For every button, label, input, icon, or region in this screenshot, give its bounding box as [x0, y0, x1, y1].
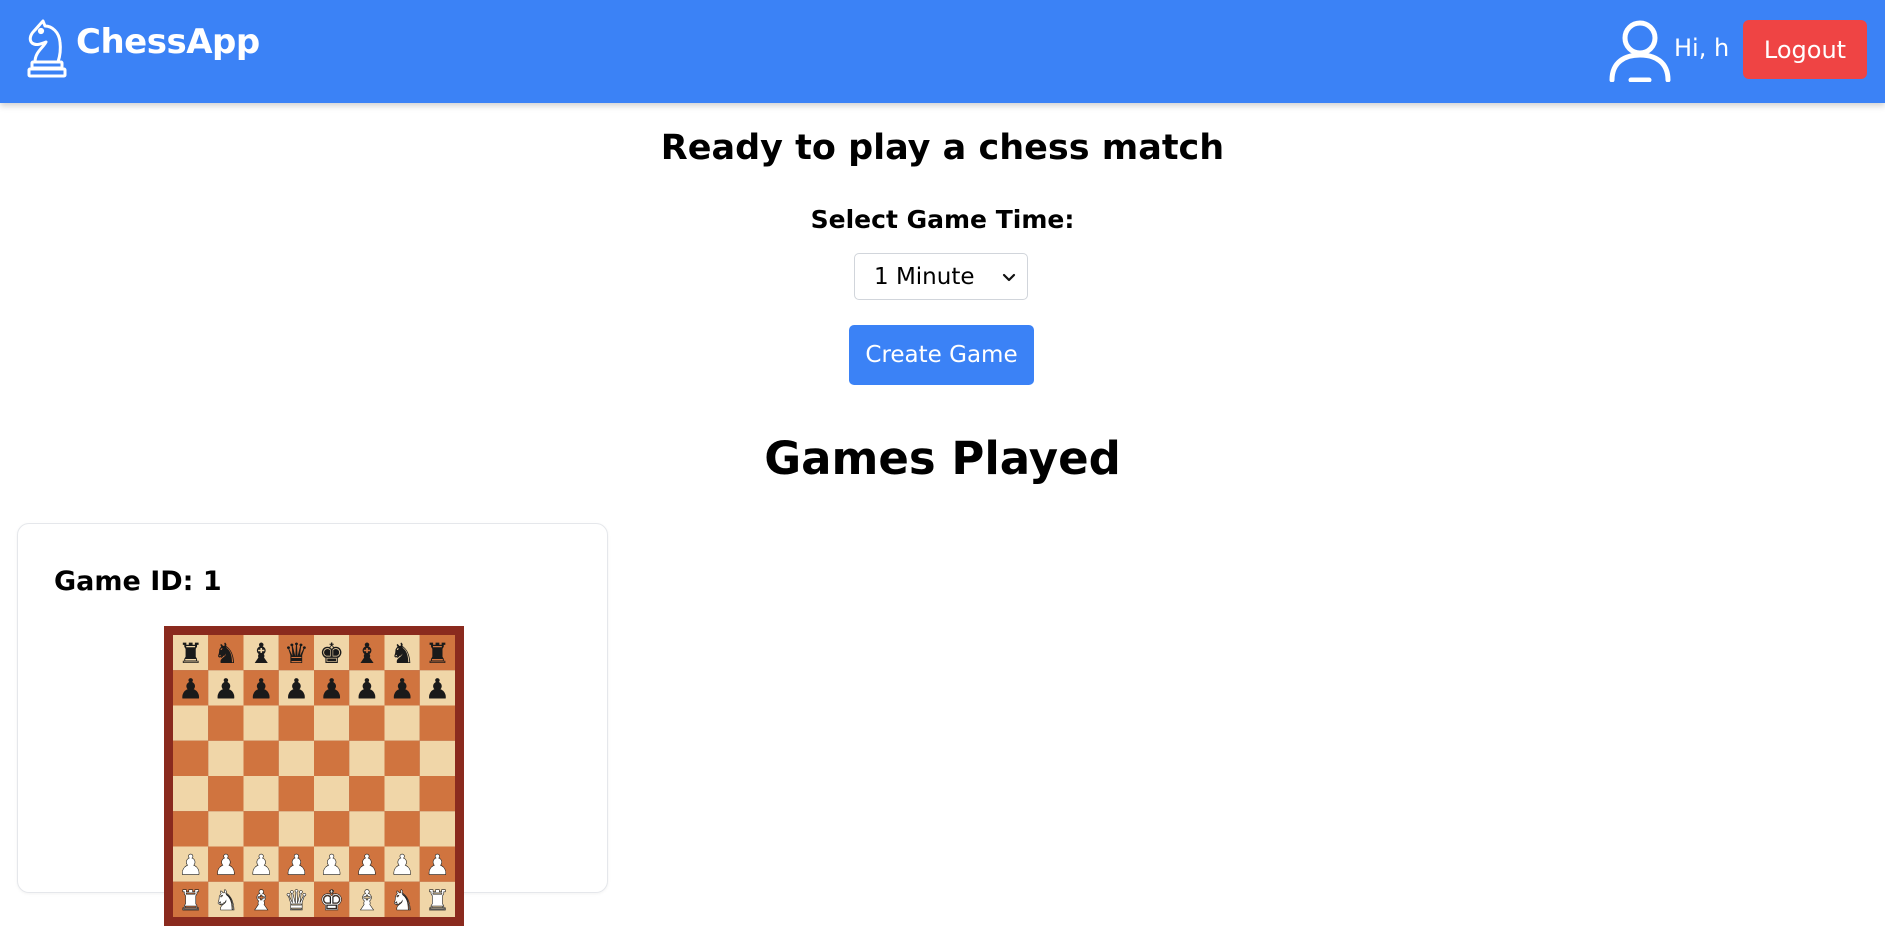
board-square[interactable] [208, 740, 244, 776]
board-square[interactable] [208, 811, 244, 847]
board-square[interactable] [419, 740, 455, 776]
white-queen-piece[interactable]: ♛ [284, 884, 310, 918]
white-pawn-piece[interactable]: ♟ [178, 848, 204, 882]
chess-board[interactable]: ♜ ♞ ♝ ♛ ♚ ♝ ♞ ♜♟ ♟ ♟ ♟ ♟ ♟ ♟ ♟♟ ♟ ♟ ♟ ♟ ♟ ♟ ♟♜ ♞ ♝ ♛ ♚ ♝ ♞ ♜ [164, 626, 464, 926]
page-title: Ready to play a chess match [660, 128, 1225, 168]
game-id-label: Game ID: 1 [54, 566, 222, 597]
user-greeting: Hi, h [1674, 34, 1730, 62]
create-game-button[interactable]: Create Game [849, 325, 1034, 385]
navbar: ChessApp Hi, h Logout [0, 0, 1885, 103]
board-square[interactable] [314, 740, 350, 776]
black-pawn-piece[interactable]: ♟ [425, 672, 450, 705]
board-square[interactable] [208, 776, 244, 812]
black-knight-piece[interactable]: ♞ [390, 637, 415, 670]
black-pawn-piece[interactable]: ♟ [249, 672, 274, 705]
board-square[interactable] [349, 811, 385, 847]
board-square[interactable] [314, 776, 350, 812]
black-pawn-piece[interactable]: ♟ [319, 672, 344, 705]
game-card[interactable]: Game ID: 1 ♜ ♞ ♝ ♛ ♚ ♝ ♞ ♜ ♟ ♟ ♟ ♟ ♟ ♟ ♟ ♟ ♟ ♟ ♟ ♟ ♟ ♟ ♟ ♟ ♜ ♞ ♝ ♛ ♚… [17, 523, 608, 926]
white-knight-piece[interactable]: ♞ [389, 884, 415, 918]
logout-button[interactable]: Logout [1743, 20, 1867, 79]
board-square[interactable] [243, 776, 279, 812]
white-bishop-piece[interactable]: ♝ [354, 884, 380, 918]
white-pawn-piece[interactable]: ♟ [389, 848, 415, 882]
black-king-piece[interactable]: ♚ [319, 637, 344, 670]
black-knight-piece[interactable]: ♞ [213, 637, 238, 670]
black-rook-piece[interactable]: ♜ [178, 637, 203, 670]
white-rook-piece[interactable]: ♜ [425, 884, 451, 918]
board-square[interactable] [278, 776, 314, 812]
board-square[interactable] [173, 740, 209, 776]
brand-name: ChessApp [76, 22, 260, 62]
board-square[interactable] [349, 705, 385, 741]
white-pawn-piece[interactable]: ♟ [319, 848, 345, 882]
white-pawn-piece[interactable]: ♟ [354, 848, 380, 882]
brand-link[interactable]: ChessApp [22, 18, 260, 80]
board-square[interactable] [419, 811, 455, 847]
board-square[interactable] [349, 740, 385, 776]
board-square[interactable] [243, 740, 279, 776]
white-king-piece[interactable]: ♚ [319, 884, 345, 918]
white-knight-piece[interactable]: ♞ [213, 884, 239, 918]
board-square[interactable] [243, 811, 279, 847]
black-pawn-piece[interactable]: ♟ [354, 672, 379, 705]
board-square[interactable] [384, 811, 420, 847]
game-time-select[interactable]: 1 Minute [854, 253, 1028, 300]
black-bishop-piece[interactable]: ♝ [354, 637, 379, 670]
white-pawn-piece[interactable]: ♟ [213, 848, 239, 882]
board-square[interactable] [384, 740, 420, 776]
board-square[interactable] [243, 705, 279, 741]
board-square[interactable] [419, 776, 455, 812]
black-pawn-piece[interactable]: ♟ [284, 672, 309, 705]
black-bishop-piece[interactable]: ♝ [249, 637, 274, 670]
user-menu: Hi, h [1608, 18, 1729, 82]
board-square[interactable] [419, 705, 455, 741]
board-square[interactable] [278, 705, 314, 741]
board-square[interactable] [278, 811, 314, 847]
white-bishop-piece[interactable]: ♝ [248, 884, 274, 918]
games-played-heading: Games Played [764, 432, 1121, 485]
board-square[interactable] [173, 705, 209, 741]
black-rook-piece[interactable]: ♜ [425, 637, 450, 670]
white-pawn-piece[interactable]: ♟ [425, 848, 451, 882]
white-pawn-piece[interactable]: ♟ [248, 848, 274, 882]
black-pawn-piece[interactable]: ♟ [390, 672, 415, 705]
user-icon [1609, 20, 1671, 82]
board-square[interactable] [384, 705, 420, 741]
white-rook-piece[interactable]: ♜ [178, 884, 204, 918]
board-square[interactable] [278, 740, 314, 776]
black-queen-piece[interactable]: ♛ [284, 637, 309, 670]
white-pawn-piece[interactable]: ♟ [284, 848, 310, 882]
game-time-selected-value: 1 Minute [874, 263, 975, 290]
knight-icon [27, 19, 67, 78]
board-square[interactable] [173, 776, 209, 812]
board-square[interactable] [384, 776, 420, 812]
black-pawn-piece[interactable]: ♟ [213, 672, 238, 705]
board-square[interactable] [314, 811, 350, 847]
black-pawn-piece[interactable]: ♟ [178, 672, 203, 705]
board-square[interactable] [349, 776, 385, 812]
chevron-down-icon [1002, 273, 1016, 281]
board-square[interactable] [314, 705, 350, 741]
board-square[interactable] [208, 705, 244, 741]
board-square[interactable] [173, 811, 209, 847]
game-time-label: Select Game Time: [810, 205, 1075, 234]
